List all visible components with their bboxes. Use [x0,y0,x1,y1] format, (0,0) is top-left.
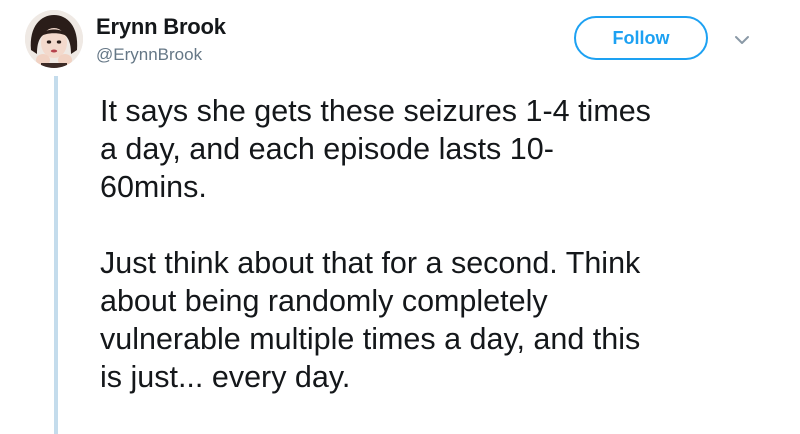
tweet-text-line: vulnerable multiple times a day, and thi… [100,322,641,356]
author-handle[interactable]: @ErynnBrook [96,45,202,65]
tweet-text-line: It says she gets these seizures 1-4 time… [100,94,651,128]
tweet-text-line: a day, and each episode lasts 10- [100,132,554,166]
tweet-paragraph: Just think about that for a second. Thin… [100,244,780,396]
avatar[interactable] [25,10,83,68]
author-display-name[interactable]: Erynn Brook [96,14,226,40]
tweet-paragraph: It says she gets these seizures 1-4 time… [100,92,780,206]
chevron-down-icon[interactable] [732,33,752,47]
tweet-text: It says she gets these seizures 1-4 time… [100,92,780,396]
profile-photo-icon [25,10,83,68]
follow-button[interactable]: Follow [574,16,708,60]
tweet-text-line: is just... every day. [100,360,351,394]
tweet-text-line: 60mins. [100,170,207,204]
thread-connector-line [54,76,58,434]
tweet-text-line: Just think about that for a second. Thin… [100,246,641,280]
tweet-text-line: about being randomly completely [100,284,548,318]
